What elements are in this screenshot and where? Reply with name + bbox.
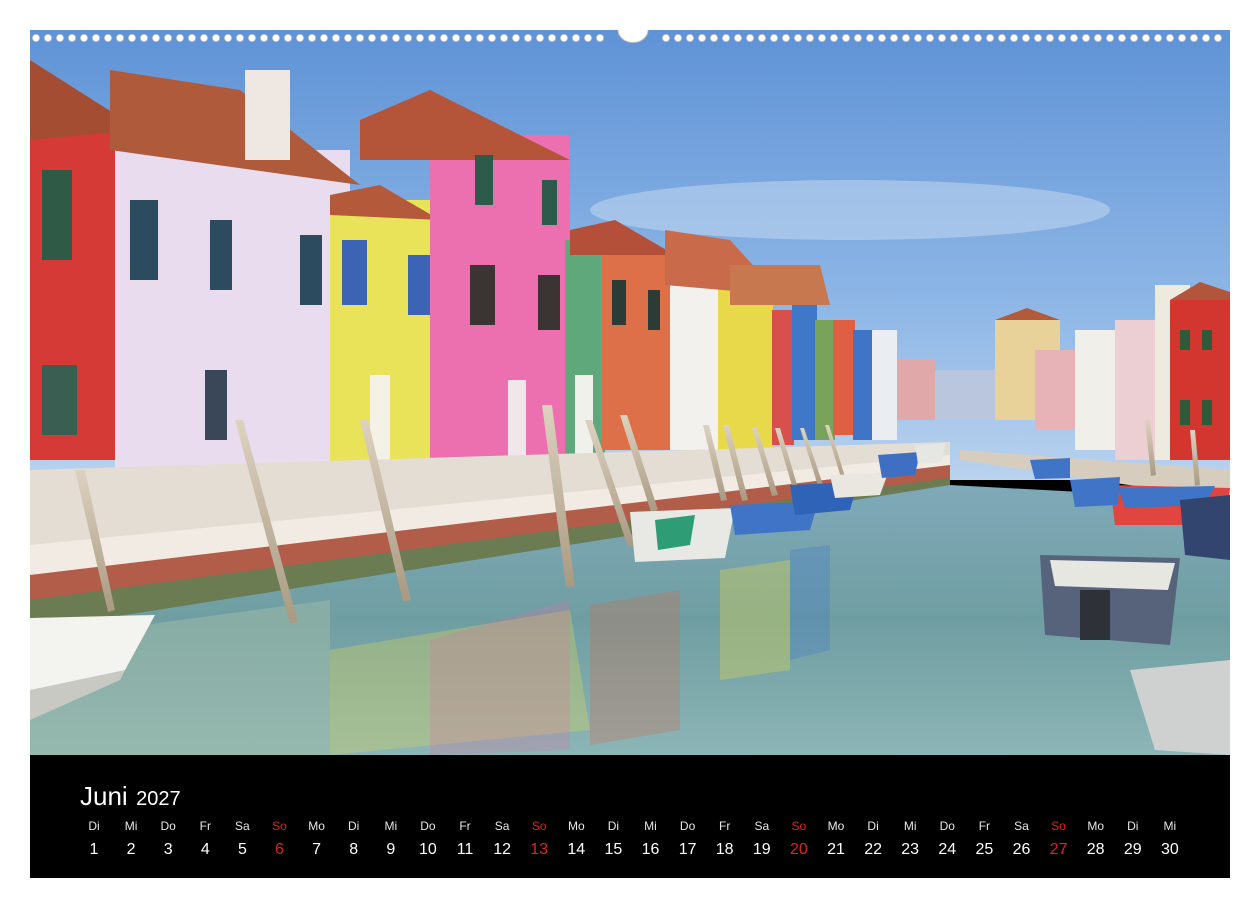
date-number: 14 xyxy=(567,841,586,858)
weekday-label: Mi xyxy=(124,819,138,833)
date-number: 13 xyxy=(530,841,549,858)
date-number: 5 xyxy=(237,841,247,858)
spiral-binding xyxy=(32,30,1223,43)
weekday-label: Do xyxy=(679,819,696,833)
date-number: 27 xyxy=(1049,841,1068,858)
date-number: 15 xyxy=(604,841,623,858)
weekday-label: So xyxy=(531,819,547,833)
date-number: 21 xyxy=(827,841,845,858)
date-number: 24 xyxy=(938,841,957,858)
month-name: Juni xyxy=(80,781,128,811)
date-number: 4 xyxy=(200,841,210,858)
date-row: 1 2 3 4 5 6 7 8 9 10 11 12 13 14 15 16 17 18 19 20 21 22 23 24 2… xyxy=(30,841,1230,867)
date-number: 16 xyxy=(641,841,660,858)
weekday-label: Fr xyxy=(459,819,471,833)
weekday-label: Mo xyxy=(567,819,585,833)
date-number: 30 xyxy=(1160,841,1179,858)
weekday-label: Do xyxy=(420,819,436,833)
date-number: 3 xyxy=(163,841,173,858)
weekday-label: Fr xyxy=(199,819,211,833)
weekday-label: Mo xyxy=(1087,819,1105,833)
date-number: 29 xyxy=(1123,841,1142,858)
weekday-label: So xyxy=(272,819,287,833)
month-title: Juni 2027 xyxy=(80,781,181,812)
weekday-label: So xyxy=(791,819,807,833)
date-number: 28 xyxy=(1086,841,1105,858)
weekday-label: Fr xyxy=(719,819,731,833)
weekday-label: Di xyxy=(88,819,100,833)
weekday-label: Di xyxy=(867,819,879,833)
date-number: 9 xyxy=(386,841,396,858)
calendar-strip: Juni 2027 Di Mi Do Fr Sa So Mo Di Mi Do Fr Sa So Mo Di… xyxy=(30,755,1230,878)
weekday-label: Mo xyxy=(827,819,845,833)
date-number: 12 xyxy=(493,841,511,858)
weekday-label: Sa xyxy=(494,819,510,833)
date-number: 1 xyxy=(89,841,99,858)
weekday-label: Di xyxy=(607,819,620,833)
date-number: 8 xyxy=(349,841,359,858)
weekday-label: So xyxy=(1051,819,1066,833)
weekday-label: Sa xyxy=(1014,819,1029,833)
weekday-label: Mo xyxy=(308,819,325,833)
weekday-label: Mi xyxy=(903,819,917,833)
date-number: 10 xyxy=(418,841,437,858)
weekday-label: Sa xyxy=(235,819,250,833)
weekday-label: Di xyxy=(348,819,360,833)
weekday-row: Di Mi Do Fr Sa So Mo Di Mi Do Fr Sa So Mo Di Mi Do Fr Sa So… xyxy=(30,819,1230,839)
canal-photo xyxy=(30,30,1230,755)
weekday-label: Fr xyxy=(978,819,991,833)
calendar-page: Juni 2027 Di Mi Do Fr Sa So Mo Di Mi Do Fr Sa So Mo Di… xyxy=(30,30,1230,878)
weekday-label: Do xyxy=(939,819,955,833)
date-number: 6 xyxy=(275,841,284,858)
weekday-label: Mi xyxy=(644,819,657,833)
date-number: 17 xyxy=(678,841,697,858)
weekday-label: Do xyxy=(160,819,176,833)
weekday-label: Mi xyxy=(1163,819,1177,833)
weekday-label: Sa xyxy=(754,819,770,833)
year-label: 2027 xyxy=(136,788,181,810)
weekday-label: Mi xyxy=(384,819,398,833)
date-number: 22 xyxy=(864,841,882,858)
date-number: 7 xyxy=(312,841,322,858)
date-number: 20 xyxy=(789,841,808,858)
date-number: 11 xyxy=(456,841,474,858)
date-number: 18 xyxy=(715,841,734,858)
date-number: 19 xyxy=(752,841,771,858)
date-number: 23 xyxy=(901,841,920,858)
date-number: 2 xyxy=(126,841,136,858)
date-number: 26 xyxy=(1012,841,1031,858)
weekday-label: Di xyxy=(1127,819,1139,833)
date-number: 25 xyxy=(975,841,994,858)
